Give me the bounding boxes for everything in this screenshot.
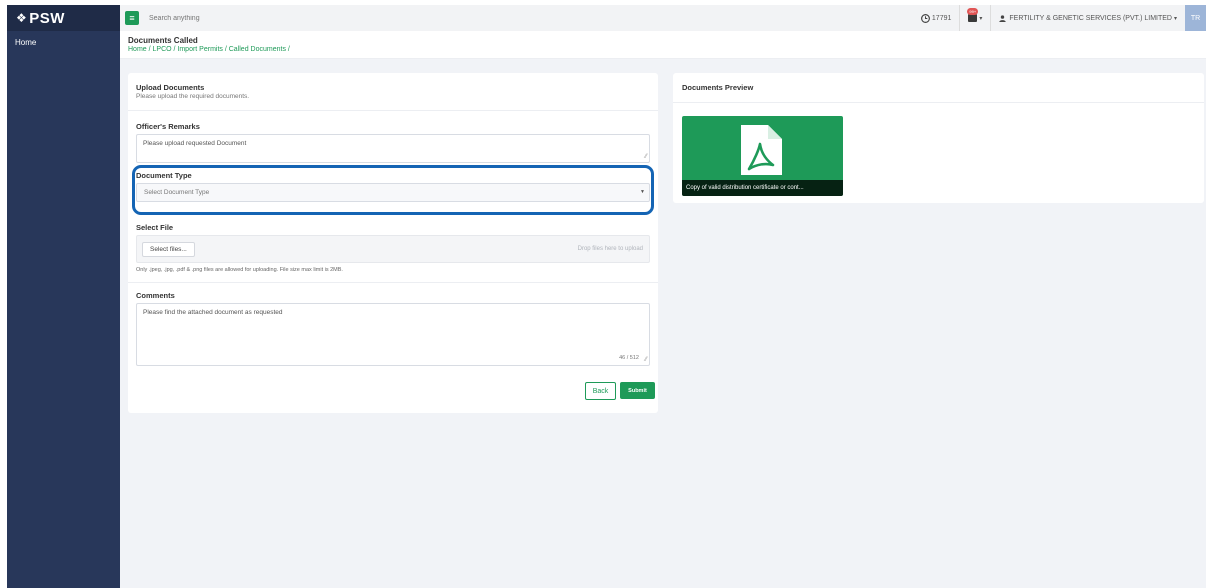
page-title: Documents Called — [128, 36, 198, 45]
resize-handle-icon: ⁄⁄ — [644, 154, 647, 160]
notification-icon — [968, 14, 978, 22]
chevron-down-icon: ▾ — [1173, 15, 1177, 22]
document-type-section: Document Type Select Document Type ▼ — [132, 165, 654, 215]
card-title: Upload Documents — [136, 83, 205, 92]
psw-logo-text: PSW — [29, 9, 65, 27]
notifications-button[interactable]: 99+ ▾ — [967, 8, 983, 22]
preview-title: Documents Preview — [682, 83, 754, 92]
clock-icon — [920, 13, 930, 23]
top-bar: ≡ 17791 99+ ▾ FERTILITY & GENETIC SERVIC… — [120, 5, 1206, 31]
card-subtitle: Please upload the required documents. — [136, 93, 250, 100]
comments-value: Please find the attached document as req… — [143, 309, 283, 316]
officer-remarks-section: Officer's Remarks Please upload requeste… — [136, 122, 650, 163]
upload-documents-card: Upload Documents Please upload the requi… — [128, 73, 658, 413]
divider — [128, 282, 658, 283]
upload-header: Upload Documents Please upload the requi… — [136, 83, 650, 100]
avatar[interactable]: TR — [1185, 5, 1206, 31]
user-icon — [999, 14, 1007, 22]
document-type-placeholder: Select Document Type — [144, 189, 210, 196]
sidebar-item-home[interactable]: Home — [7, 31, 120, 54]
file-upload-dropzone[interactable]: Select files... Drop files here to uploa… — [136, 235, 650, 263]
main-content: Upload Documents Please upload the requi… — [120, 59, 1206, 588]
select-files-button[interactable]: Select files... — [142, 242, 195, 257]
officer-remarks-label: Officer's Remarks — [136, 122, 200, 131]
notification-badge: 99+ — [967, 8, 979, 15]
divider — [128, 110, 658, 111]
character-counter: 46 / 512 — [619, 355, 639, 361]
document-preview-tile[interactable]: Copy of valid distribution certificate o… — [682, 116, 843, 196]
select-file-label: Select File — [136, 223, 174, 232]
resize-handle-icon: ⁄⁄ — [644, 357, 647, 363]
comments-label: Comments — [136, 291, 175, 300]
page-header: Documents Called Home / LPCO / Import Pe… — [120, 31, 1206, 59]
divider — [990, 5, 992, 31]
back-button[interactable]: Back — [585, 382, 616, 400]
submit-button[interactable]: Submit — [620, 382, 655, 399]
officer-remarks-field: Please upload requested Document ⁄⁄ — [136, 134, 650, 163]
top-right-controls: 17791 99+ ▾ FERTILITY & GENETIC SERVICES… — [920, 5, 1206, 31]
psw-logo-icon: ❖ — [16, 11, 28, 25]
breadcrumb[interactable]: Home / LPCO / Import Permits / Called Do… — [128, 46, 1198, 53]
comments-textarea[interactable]: Please find the attached document as req… — [136, 303, 650, 366]
company-menu[interactable]: FERTILITY & GENETIC SERVICES (PVT.) LIMI… — [999, 15, 1177, 22]
file-type-note: Only .jpeg, .jpg, .pdf & .png files are … — [136, 267, 343, 273]
pdf-file-icon — [741, 125, 782, 175]
documents-preview-card: Documents Preview Copy of valid distribu… — [673, 73, 1204, 203]
preview-caption: Copy of valid distribution certificate o… — [682, 180, 843, 196]
search-input[interactable] — [149, 14, 449, 22]
drop-files-hint: Drop files here to upload — [577, 246, 643, 252]
hamburger-icon: ≡ — [129, 13, 135, 23]
divider — [959, 5, 961, 31]
comments-section: Comments Please find the attached docume… — [136, 291, 650, 366]
menu-toggle-button[interactable]: ≡ — [125, 11, 139, 25]
officer-remarks-value: Please upload requested Document — [143, 140, 247, 147]
dropdown-arrow-icon: ▼ — [640, 189, 645, 195]
document-type-select[interactable]: Select Document Type ▼ — [136, 183, 650, 202]
select-file-section: Select File Select files... Drop files h… — [136, 223, 650, 273]
divider — [673, 102, 1204, 103]
sidebar: ❖ PSW Home — [7, 5, 120, 588]
psw-logo[interactable]: ❖ PSW — [7, 5, 120, 31]
company-name: FERTILITY & GENETIC SERVICES (PVT.) LIMI… — [1009, 14, 1172, 22]
chevron-down-icon: ▾ — [979, 15, 983, 22]
counter-value: 17791 — [931, 14, 952, 22]
